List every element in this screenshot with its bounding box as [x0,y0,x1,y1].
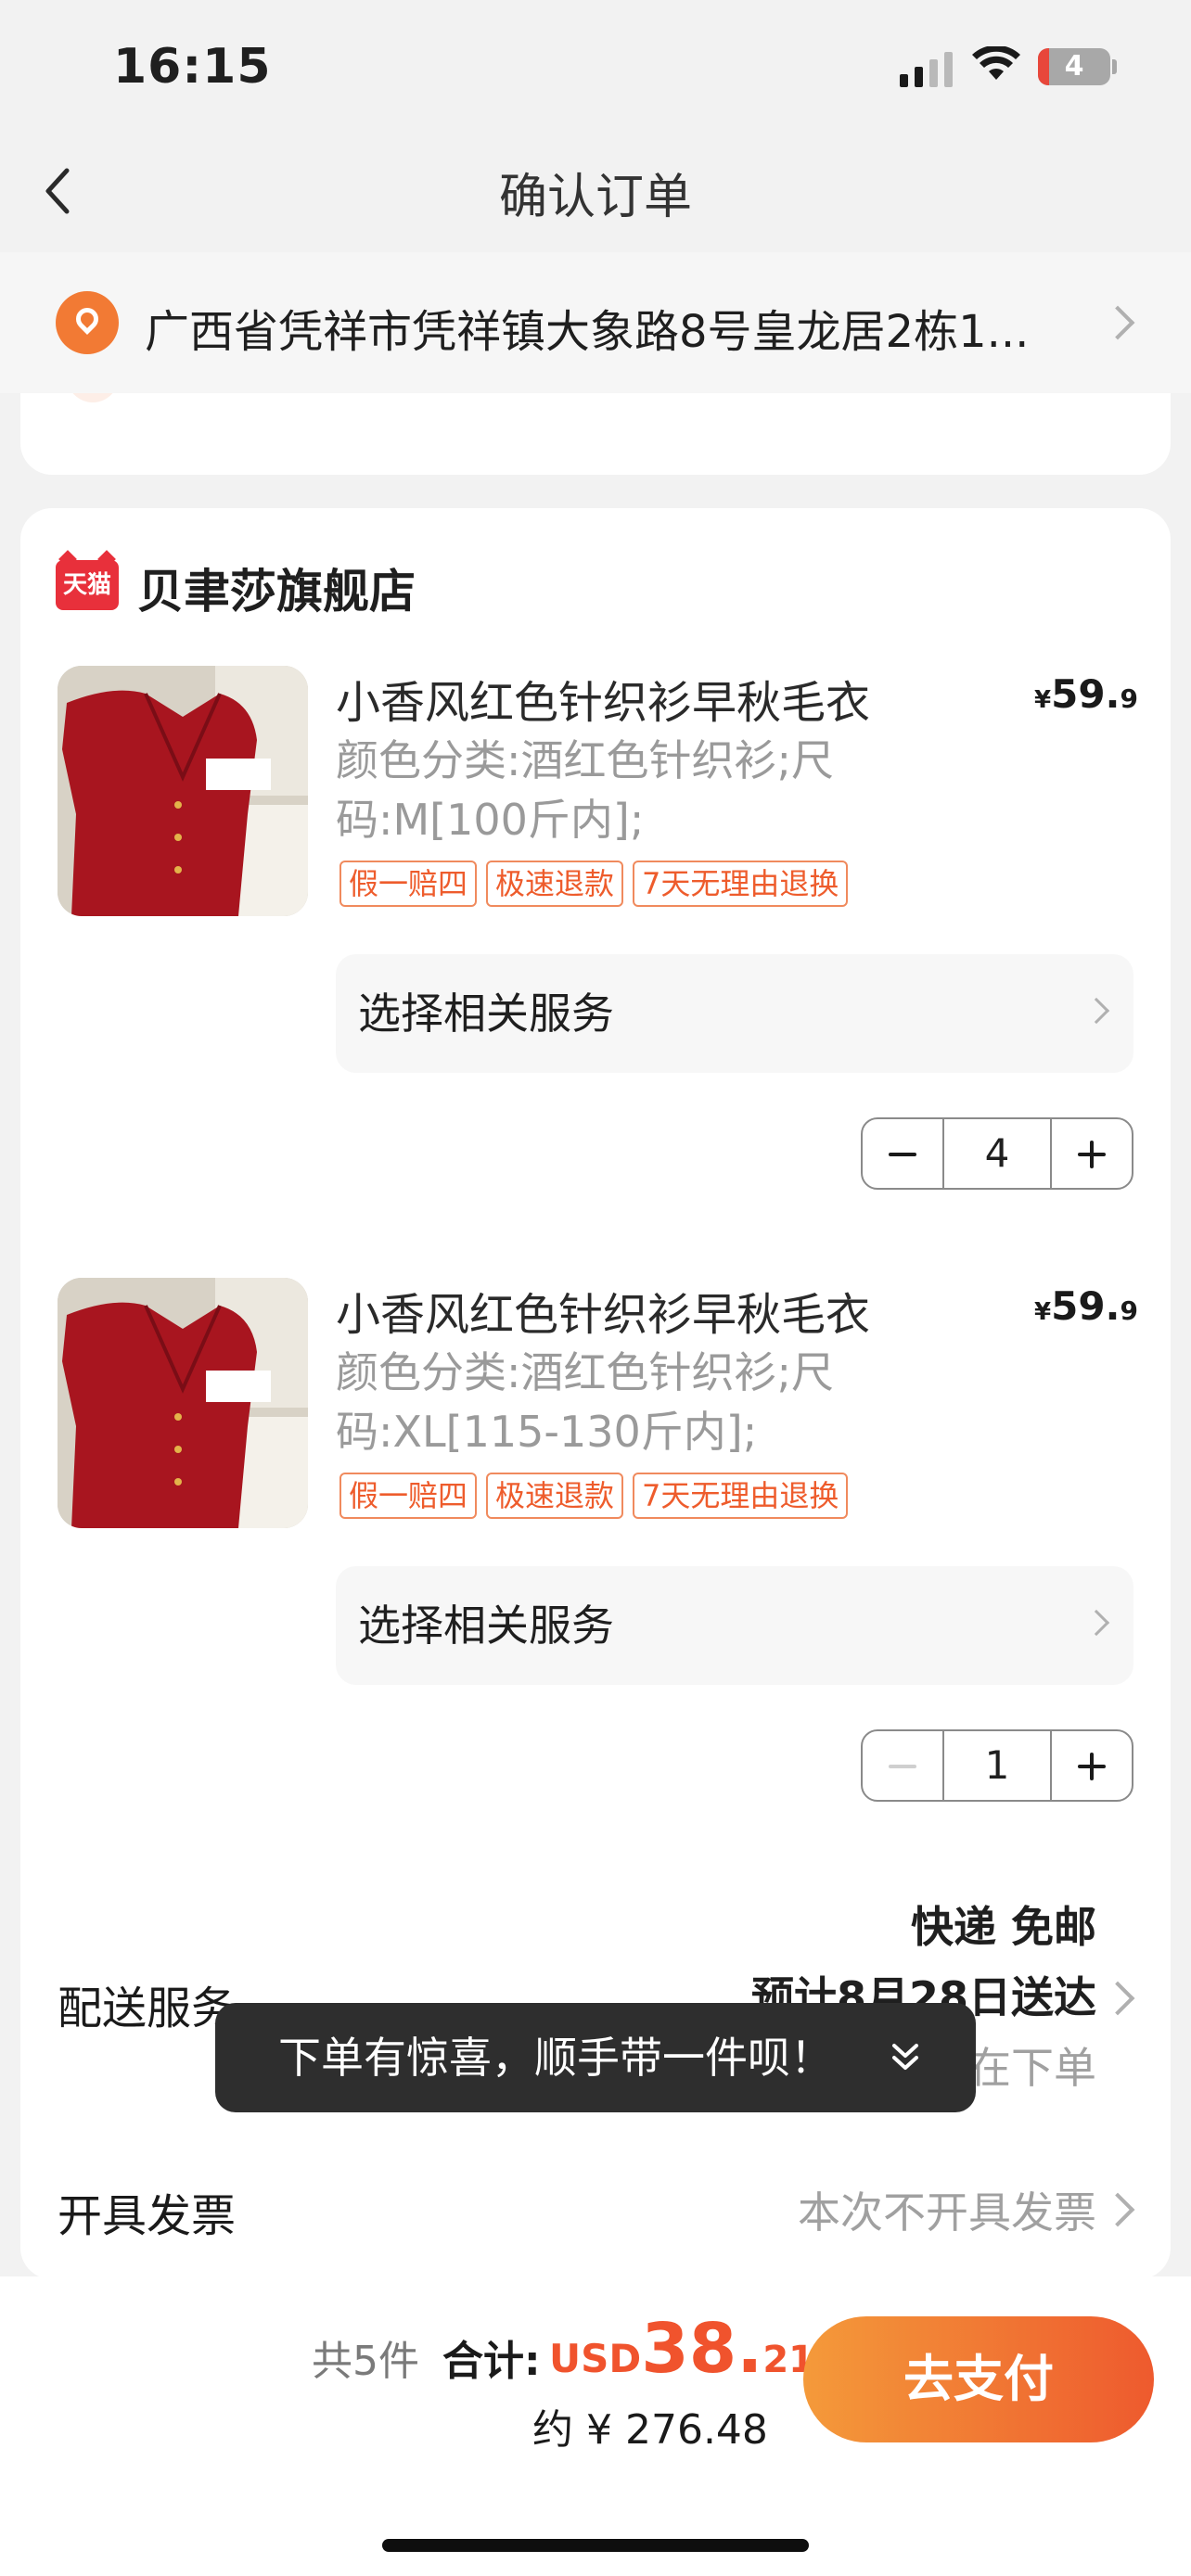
invoice-value[interactable]: 本次不开具发票 [798,2179,1096,2240]
quantity-value[interactable]: 1 [942,1731,1052,1800]
tmall-badge: 天猫 [56,560,119,610]
decrease-quantity-button[interactable] [863,1119,942,1188]
select-service-label: 选择相关服务 [358,1600,614,1651]
product-name[interactable]: 小香风红色针织衫早秋毛衣 [336,1278,870,1343]
product-thumbnail[interactable] [58,666,308,916]
product-thumbnail[interactable] [58,1278,308,1528]
invoice-label: 开具发票 [58,2190,237,2242]
product-spec[interactable]: 颜色分类:酒红色针织衫;尺码:M[100斤内]; [336,731,892,849]
select-service-button[interactable]: 选择相关服务 [336,1566,1133,1685]
total-currency: USD [549,2336,642,2381]
total-integer: 38. [641,2309,763,2389]
battery-icon: 4 [1038,48,1110,85]
tag-7day-return: 7天无理由退换 [633,861,849,907]
price-symbol: ¥ [1034,686,1052,714]
quantity-value[interactable]: 4 [942,1119,1052,1188]
product-tags: 假一赔四 极速退款 7天无理由退换 [339,861,849,907]
decrease-quantity-button[interactable] [863,1731,942,1800]
increase-quantity-button[interactable] [1052,1119,1132,1188]
tag-fake-compensation: 假一赔四 [339,861,478,907]
battery-tip [1112,59,1117,74]
address-card [20,389,1171,475]
select-service-label: 选择相关服务 [358,988,614,1039]
chevron-right-icon [1082,997,1110,1025]
double-chevron-down-icon[interactable] [889,2040,922,2073]
product-name[interactable]: 小香风红色针织衫早秋毛衣 [336,666,870,731]
toast-banner[interactable]: 下单有惊喜，顺手带一件呗！ [215,2003,976,2112]
store-name[interactable]: 贝聿莎旗舰店 [137,555,416,621]
total-label: 合计: [442,2338,541,2385]
select-service-button[interactable]: 选择相关服务 [336,954,1133,1073]
tag-fast-refund: 极速退款 [486,1473,624,1519]
increase-quantity-button[interactable] [1052,1731,1132,1800]
location-pin-icon [56,291,119,354]
delivery-method[interactable]: 快递 免邮 [911,1894,1096,1955]
delivery-label: 配送服务 [58,1983,237,2034]
tag-fast-refund: 极速退款 [486,861,624,907]
tag-7day-return: 7天无理由退换 [633,1473,849,1519]
price-decimal: 9 [1120,1295,1138,1326]
total-amount: USD38.21 [549,2309,814,2389]
battery-level: 4 [1064,50,1084,83]
chevron-right-icon [1082,1609,1110,1637]
status-time: 16:15 [113,39,272,95]
quantity-stepper[interactable]: 4 [861,1117,1133,1190]
product-price: ¥59.9 [1034,1283,1138,1329]
price-decimal: 9 [1120,683,1138,714]
wifi-icon [972,46,1020,80]
cellular-signal-icon [900,52,953,87]
price-integer: 59. [1051,1283,1121,1329]
tag-fake-compensation: 假一赔四 [339,1473,478,1519]
approx-cny-total: 约 ¥ 276.48 [532,2406,768,2454]
product-tags: 假一赔四 极速退款 7天无理由退换 [339,1473,849,1519]
pay-button[interactable]: 去支付 [803,2316,1154,2442]
page-title: 确认订单 [498,170,692,225]
price-symbol: ¥ [1034,1298,1052,1326]
quantity-stepper[interactable]: 1 [861,1729,1133,1802]
price-integer: 59. [1051,671,1121,717]
home-indicator[interactable] [382,2539,809,2552]
address-text[interactable]: 广西省凭祥市凭祥镇大象路8号皇龙居2栋1... [145,295,1082,360]
product-spec[interactable]: 颜色分类:酒红色针织衫;尺码:XL[115-130斤内]; [336,1343,892,1461]
toast-text: 下单有惊喜，顺手带一件呗！ [278,2033,833,2083]
product-price: ¥59.9 [1034,671,1138,717]
delivery-note: 在下单 [968,2043,1096,2093]
item-count: 共5件 [312,2338,419,2385]
